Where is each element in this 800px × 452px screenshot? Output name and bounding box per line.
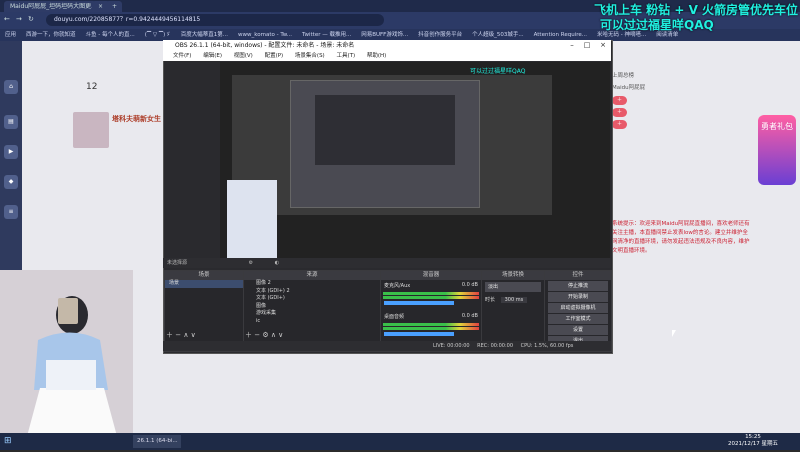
volume-meter [383, 292, 479, 295]
source-item[interactable]: 文本 (GDI+) 2 [244, 288, 380, 296]
reload-icon[interactable]: ↻ [28, 15, 34, 23]
clock-date: 2021/12/17 星期五 [728, 441, 778, 447]
studio-mode-button[interactable]: 工作室模式 [548, 314, 608, 324]
cpu-status: CPU: 1.5%, 60.00 fps [520, 343, 574, 349]
obs-title-bar: OBS 26.1.1 (64-bit, windows) - 配置文件: 未命名… [163, 40, 611, 51]
menu-view[interactable]: 视图(V) [234, 51, 253, 61]
category-icon[interactable]: ▤ [4, 115, 18, 129]
controls-header: 控件 [545, 271, 611, 280]
channel-name: 桌面音频 [384, 314, 405, 320]
obs-menu-bar: 文件(F) 编辑(E) 视图(V) 配置(P) 场景集合(S) 工具(T) 帮助… [163, 51, 611, 61]
webcam-overlay [0, 270, 133, 450]
scenes-header: 场景 [165, 271, 243, 280]
rank-user: Maidu阿屁屁 [612, 85, 646, 91]
menu-tools[interactable]: 工具(T) [336, 51, 355, 61]
follower-count: 12 [86, 82, 98, 92]
more-icon[interactable]: ≡ [4, 205, 18, 219]
sources-header: 来源 [244, 271, 380, 280]
follow-button[interactable]: ＋ [612, 108, 628, 117]
rank-label: 上周总榜 [612, 73, 635, 79]
follow-button[interactable]: ＋ [612, 120, 628, 129]
virtual-camera-button[interactable]: 启动虚拟摄像机 [548, 303, 608, 313]
source-item[interactable]: 图像 [244, 303, 380, 311]
start-recording-button[interactable]: 开始录制 [548, 292, 608, 302]
no-source-label: 未选择源 [167, 260, 188, 266]
mixer-dock: 混音器 麦克风/Aux 0.0 dB 桌面音频 0.0 dB [380, 270, 482, 352]
preview-overlay-text: 可以过过福星咩QAQ [470, 68, 526, 75]
rec-status: REC: 00:00:00 [477, 343, 514, 349]
nested-preview [315, 95, 455, 165]
transitions-header: 场景转换 [482, 271, 544, 280]
windows-taskbar [0, 433, 800, 450]
webcam-image [0, 270, 133, 450]
transitions-dock: 场景转换 淡出 时长 300 ms [481, 270, 545, 352]
back-icon[interactable]: ← [4, 15, 10, 23]
url-input[interactable]: douyu.com/22085877？r=0.9424449456114815 [46, 14, 384, 26]
volume-meter [383, 296, 479, 299]
obs-status-bar: LIVE: 00:00:00 REC: 00:00:00 CPU: 1.5%, … [163, 341, 611, 351]
source-item[interactable]: 游戏采集 [244, 310, 380, 318]
duration-row: 时长 300 ms [482, 294, 544, 305]
volume-meter [383, 327, 479, 330]
volume-slider[interactable] [384, 301, 454, 305]
volume-slider[interactable] [384, 332, 454, 336]
source-item[interactable]: 文本 (GDI+) [244, 295, 380, 303]
browser-tab-active[interactable]: Maidu阿屁屁_坦码坦码大图更... [4, 1, 96, 12]
streamer-name[interactable]: 塔科夫萌新女生 [112, 114, 161, 124]
duration-label: 时长 [485, 297, 496, 303]
rank-row: ＋ [612, 106, 752, 118]
video-icon[interactable]: ▶ [4, 145, 18, 159]
new-tab-button[interactable]: + [106, 1, 122, 12]
live-status: LIVE: 00:00:00 [433, 343, 470, 349]
duration-input[interactable]: 300 ms [500, 297, 528, 303]
gift-badge[interactable]: 勇者礼包 [758, 115, 796, 185]
stop-streaming-button[interactable]: 停止推流 [548, 281, 608, 291]
menu-file[interactable]: 文件(F) [173, 51, 191, 61]
close-icon[interactable]: × [596, 40, 610, 51]
preview-webcam-image [227, 180, 277, 258]
transition-select[interactable]: 淡出 [485, 282, 541, 292]
taskbar-clock[interactable]: 15:25 2021/12/17 星期五 [728, 434, 778, 448]
bookmark-item[interactable]: 西游一下，你就知道 [26, 29, 76, 41]
menu-scene-collection[interactable]: 场景集合(S) [295, 51, 325, 61]
menu-help[interactable]: 帮助(H) [367, 51, 386, 61]
streamer-avatar[interactable] [73, 112, 109, 148]
mixer-channel: 桌面音频 0.0 dB [381, 307, 481, 322]
clock-time: 15:25 [745, 434, 761, 440]
minimize-icon[interactable]: – [565, 40, 579, 51]
settings-button[interactable]: 设置 [548, 325, 608, 335]
scene-item[interactable]: 场景 [165, 280, 243, 288]
mouse-cursor-icon [672, 330, 676, 337]
controls-dock: 控件 停止推流 开始录制 启动虚拟摄像机 工作室模式 设置 退出 [544, 270, 612, 352]
rank-row: ＋ [612, 118, 752, 130]
add-scene-icon[interactable]: ＋ − ∧ ∨ [166, 330, 196, 340]
mixer-header: 混音器 [381, 271, 481, 280]
taskbar-obs-item[interactable]: 26.1.1 (64-bi... [133, 435, 181, 448]
menu-edit[interactable]: 编辑(E) [203, 51, 222, 61]
game-icon[interactable]: ◆ [4, 175, 18, 189]
stream-overlay-line2: 可以过过福星咩QAQ [600, 18, 714, 32]
rank-row: ＋ [612, 94, 752, 106]
source-item[interactable]: 图像 2 [244, 280, 380, 288]
mixer-channel: 麦克风/Aux 0.0 dB [381, 280, 481, 291]
home-icon[interactable]: ⌂ [4, 80, 18, 94]
source-toolbar: 未选择源 ⚙ ◐ [163, 258, 611, 268]
bookmark-item[interactable]: 应用 [5, 29, 16, 41]
forward-icon[interactable]: → [16, 15, 22, 23]
channel-db: 0.0 dB [461, 313, 478, 319]
start-icon[interactable]: ⊞ [4, 436, 12, 446]
maximize-icon[interactable]: □ [580, 40, 594, 51]
channel-db: 0.0 dB [461, 282, 478, 288]
follow-button[interactable]: ＋ [612, 96, 628, 105]
source-item[interactable]: ic [244, 318, 380, 326]
add-source-icon[interactable]: ＋ − ⚙ ∧ ∨ [245, 330, 283, 340]
bookmark-item[interactable]: 斗鱼 - 每个人的直... [86, 29, 135, 41]
menu-profile[interactable]: 配置(P) [265, 51, 284, 61]
volume-meter [383, 323, 479, 326]
channel-name: 麦克风/Aux [384, 283, 411, 289]
chat-system-message: 系统提示：欢迎来到Maidu阿屁屁直播间，喜欢老师还有关注主播，本直播间禁止发表… [612, 221, 750, 254]
filters-icon[interactable]: ◐ [275, 260, 279, 266]
properties-icon[interactable]: ⚙ [249, 260, 253, 266]
